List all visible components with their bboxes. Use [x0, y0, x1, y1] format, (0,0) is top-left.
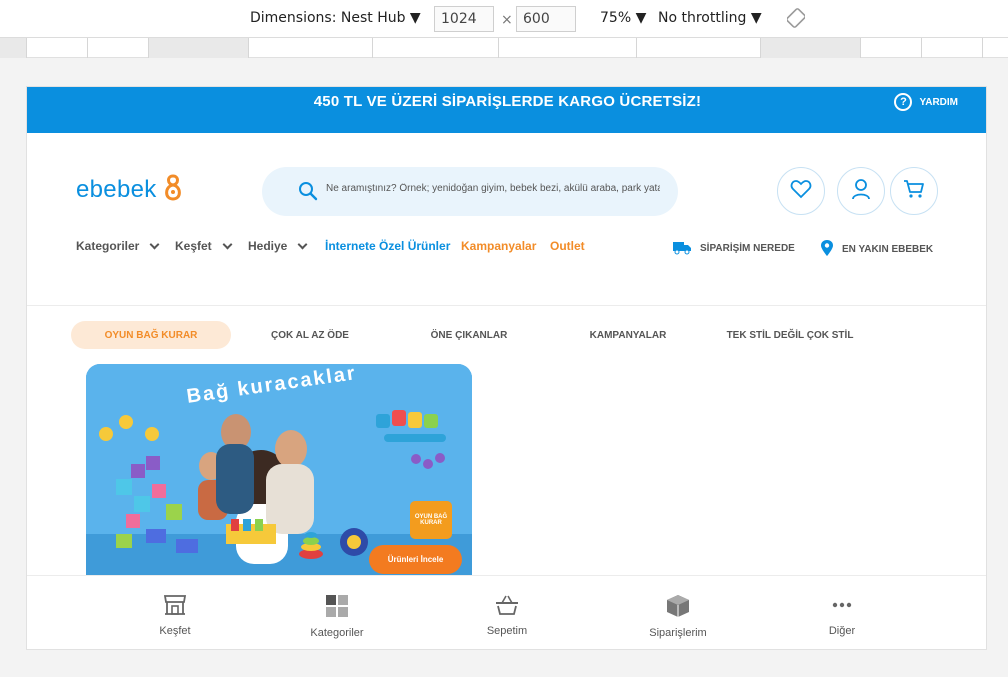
- bottom-navigation: Keşfet Kategoriler Sepetim Siparişlerim …: [27, 575, 986, 649]
- heart-icon: [790, 179, 812, 204]
- promo-bar: 450 TL VE ÜZERİ SİPARİŞLERDE KARGO ÜCRET…: [27, 87, 986, 133]
- nav-kampanyalar-label: Kampanyalar: [461, 239, 537, 253]
- logo-text: ebebek: [76, 175, 157, 203]
- banner-badge: OYUN BAĞ KURAR: [410, 501, 452, 539]
- bottom-nav-diger-label: Diğer: [828, 625, 856, 637]
- bottom-nav-kategoriler-label: Kategoriler: [310, 627, 364, 639]
- search-icon: [298, 181, 318, 206]
- logo-mark-icon: [161, 172, 185, 207]
- bottom-nav-siparislerim-label: Siparişlerim: [649, 627, 707, 639]
- favorites-button[interactable]: [777, 167, 825, 215]
- promo-text: 450 TL VE ÜZERİ SİPARİŞLERDE KARGO ÜCRET…: [313, 93, 702, 110]
- nav-kesfet-label: Keşfet: [175, 239, 212, 253]
- nav-outlet[interactable]: Outlet: [550, 239, 585, 253]
- nav-internete-ozel-label: İnternete Özel Ürünler: [325, 239, 451, 253]
- nav-outlet-label: Outlet: [550, 239, 585, 253]
- location-pin-icon: [820, 239, 834, 260]
- basket-icon: [494, 594, 520, 619]
- chevron-down-icon: [222, 239, 233, 249]
- tab-cok-al-az-ode[interactable]: ÇOK AL AZ ÖDE: [250, 321, 370, 349]
- height-input[interactable]: 600: [516, 6, 576, 32]
- nav-kampanyalar[interactable]: Kampanyalar: [461, 239, 536, 253]
- more-icon: [830, 594, 854, 619]
- tab-tek-stil[interactable]: TEK STİL DEĞİL ÇOK STİL: [715, 321, 865, 349]
- bottom-nav-sepetim[interactable]: Sepetim: [452, 594, 562, 637]
- bottom-nav-kesfet[interactable]: Keşfet: [120, 594, 230, 637]
- chevron-down-icon: [149, 239, 160, 249]
- times-symbol: ×: [501, 12, 513, 28]
- nav-hediye-label: Hediye: [248, 239, 288, 253]
- help-link[interactable]: ? YARDIM: [894, 93, 958, 111]
- order-tracking-label: SİPARİŞİM NEREDE: [700, 243, 795, 254]
- box-icon: [666, 594, 690, 621]
- bottom-nav-diger[interactable]: Diğer: [787, 594, 897, 637]
- tab-oyun-bag-kurar[interactable]: OYUN BAĞ KURAR: [71, 321, 231, 349]
- nav-hediye[interactable]: Hediye: [248, 239, 308, 253]
- user-icon: [851, 178, 871, 205]
- devtools-device-toolbar: Dimensions: Nest Hub ▼ 1024 × 600 75% ▼ …: [0, 0, 1008, 38]
- zoom-label: 75%: [600, 10, 632, 26]
- dimensions-dropdown[interactable]: Dimensions: Nest Hub ▼: [250, 10, 421, 26]
- campaign-banner[interactable]: Bağ kuracaklar OYUN BAĞ KURAR Ürünleri İ…: [86, 364, 472, 576]
- chevron-down-icon: [297, 239, 308, 249]
- nearest-store-link[interactable]: EN YAKIN EBEBEK: [820, 239, 933, 260]
- truck-icon: [672, 239, 692, 258]
- zoom-dropdown[interactable]: 75% ▼: [600, 10, 646, 26]
- throttle-label: No throttling: [658, 10, 747, 26]
- nav-kesfet[interactable]: Keşfet: [175, 239, 233, 253]
- bottom-nav-kategoriler[interactable]: Kategoriler: [282, 594, 392, 639]
- bottom-nav-sepetim-label: Sepetim: [486, 625, 528, 637]
- nearest-store-label: EN YAKIN EBEBEK: [842, 244, 934, 255]
- help-icon: ?: [894, 93, 913, 111]
- nav-kategoriler[interactable]: Kategoriler: [76, 239, 160, 253]
- cart-icon: [903, 179, 925, 204]
- media-query-ruler: [0, 38, 1008, 58]
- grid-icon: [325, 594, 349, 621]
- emulated-viewport: 450 TL VE ÜZERİ SİPARİŞLERDE KARGO ÜCRET…: [26, 86, 987, 650]
- site-logo[interactable]: ebebek: [76, 172, 185, 207]
- category-tabs: OYUN BAĞ KURAR ÇOK AL AZ ÖDE ÖNE ÇIKANLA…: [27, 321, 986, 349]
- nav-kategoriler-label: Kategoriler: [76, 239, 140, 253]
- search-input[interactable]: [326, 183, 660, 194]
- store-icon: [163, 594, 187, 619]
- bottom-nav-kesfet-label: Keşfet: [159, 625, 191, 637]
- rotate-icon[interactable]: [786, 8, 806, 32]
- throttle-dropdown[interactable]: No throttling ▼: [658, 10, 762, 26]
- width-input[interactable]: 1024: [434, 6, 494, 32]
- banner-cta-button[interactable]: Ürünleri İncele: [369, 545, 462, 574]
- tab-kampanyalar[interactable]: KAMPANYALAR: [568, 321, 688, 349]
- cart-button[interactable]: [890, 167, 938, 215]
- nav-internete-ozel[interactable]: İnternete Özel Ürünler: [325, 239, 450, 253]
- account-button[interactable]: [837, 167, 885, 215]
- header-divider: [27, 305, 986, 306]
- help-label: YARDIM: [919, 96, 958, 108]
- dimensions-label: Dimensions: Nest Hub: [250, 10, 406, 26]
- search-bar[interactable]: [262, 167, 678, 216]
- bottom-nav-siparislerim[interactable]: Siparişlerim: [623, 594, 733, 639]
- order-tracking-link[interactable]: SİPARİŞİM NEREDE: [672, 239, 795, 258]
- tab-one-cikanlar[interactable]: ÖNE ÇIKANLAR: [409, 321, 529, 349]
